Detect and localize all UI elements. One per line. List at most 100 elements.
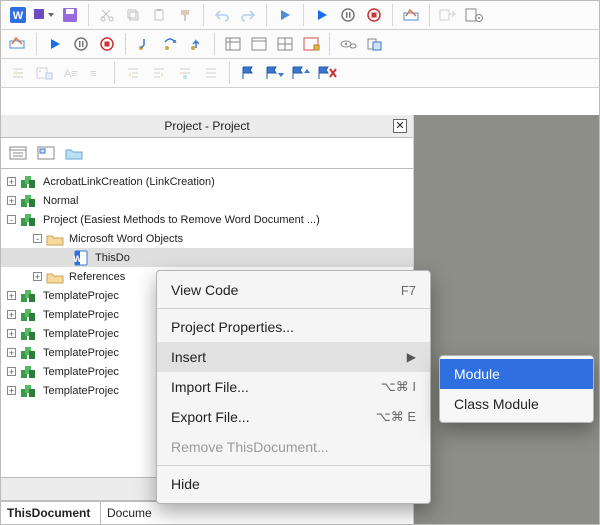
step-over-icon[interactable]: [159, 33, 181, 55]
tree-expander-icon[interactable]: +: [7, 310, 16, 319]
step-out-icon[interactable]: [185, 33, 207, 55]
comment-icon[interactable]: [200, 62, 222, 84]
insert-submenu[interactable]: Module Class Module: [439, 355, 594, 423]
browse-icon[interactable]: [437, 4, 459, 26]
tree-item-label: References: [69, 271, 125, 283]
locals-icon[interactable]: [222, 33, 244, 55]
tree-expander-icon[interactable]: +: [7, 291, 16, 300]
svg-text:A≡: A≡: [64, 68, 78, 80]
menu-export-file[interactable]: Export File... ⌥⌘ E: [157, 402, 430, 432]
menu-import-key: ⌥⌘ I: [381, 379, 416, 395]
properties-grid: ThisDocument Docume: [1, 501, 413, 524]
submenu-class-module[interactable]: Class Module: [440, 389, 593, 419]
tree-item-folder-icon: [44, 231, 66, 247]
pause-icon[interactable]: [337, 4, 359, 26]
svg-text:W: W: [13, 10, 24, 22]
property-name-label: ThisDocument: [1, 502, 101, 524]
menu-hide[interactable]: Hide: [157, 469, 430, 499]
undo-icon[interactable]: [211, 4, 233, 26]
tree-item-label: TemplateProjec: [43, 385, 119, 397]
save-icon[interactable]: [59, 4, 81, 26]
bookmark-next-icon[interactable]: [148, 62, 170, 84]
tree-expander-icon[interactable]: +: [7, 177, 16, 186]
play-icon[interactable]: [44, 33, 66, 55]
tree-item-vba-icon: [18, 307, 40, 323]
cut-icon: [96, 4, 118, 26]
watch-icon[interactable]: [274, 33, 296, 55]
chevron-right-icon: ▶: [407, 350, 416, 364]
redo-icon[interactable]: [237, 4, 259, 26]
view-object-icon[interactable]: [35, 143, 57, 163]
options-icon[interactable]: [363, 33, 385, 55]
tree-item-label: Project (Easiest Methods to Remove Word …: [43, 214, 320, 226]
tree-item-vba-icon: [18, 212, 40, 228]
paste-icon: [148, 4, 170, 26]
stack-icon[interactable]: [300, 33, 322, 55]
flag-icon[interactable]: [237, 62, 259, 84]
tree-expander-icon[interactable]: +: [7, 348, 16, 357]
project-settings-icon[interactable]: [463, 4, 485, 26]
menu-separator: [157, 308, 430, 309]
svg-text:W: W: [73, 254, 82, 264]
step-into-icon[interactable]: [133, 33, 155, 55]
outdent-icon[interactable]: [7, 62, 29, 84]
tree-expander-icon[interactable]: +: [33, 272, 42, 281]
separator: [303, 4, 304, 26]
puzzle-dropdown-icon[interactable]: [33, 4, 55, 26]
tree-row[interactable]: - Microsoft Word Objects: [1, 229, 413, 248]
tree-expander-icon[interactable]: +: [7, 329, 16, 338]
panel-close-button[interactable]: ✕: [393, 119, 407, 133]
property-name-value[interactable]: Docume: [101, 502, 413, 524]
pause-icon-2[interactable]: [70, 33, 92, 55]
tree-row[interactable]: - Project (Easiest Methods to Remove Word…: [1, 210, 413, 229]
tree-expander-icon[interactable]: +: [7, 367, 16, 376]
tree-expander-icon[interactable]: -: [7, 215, 16, 224]
flag-delete-icon[interactable]: [315, 62, 337, 84]
menu-project-properties-label: Project Properties...: [171, 319, 294, 335]
tree-item-vba-icon: [18, 193, 40, 209]
submenu-module[interactable]: Module: [440, 359, 593, 389]
svg-text:≡: ≡: [90, 68, 96, 80]
tree-item-label: Microsoft Word Objects: [69, 233, 183, 245]
flag-next-icon[interactable]: [263, 62, 285, 84]
menu-view-code[interactable]: View Code F7: [157, 275, 430, 305]
run-start-icon[interactable]: [274, 4, 296, 26]
immediate-icon[interactable]: [248, 33, 270, 55]
tree-expander-icon[interactable]: +: [7, 386, 16, 395]
menu-insert-label: Insert: [171, 349, 206, 365]
tree-expander-icon[interactable]: +: [7, 196, 16, 205]
quick-watch-icon[interactable]: [337, 33, 359, 55]
toggle-bookmark-icon[interactable]: [174, 62, 196, 84]
copy-icon: [122, 4, 144, 26]
tree-item-label: TemplateProjec: [43, 328, 119, 340]
indent-icon[interactable]: [33, 62, 55, 84]
toolbar-edit: A≡ ≡: [1, 59, 599, 88]
list-icon[interactable]: ≡: [85, 62, 107, 84]
menu-insert[interactable]: Insert ▶: [157, 342, 430, 372]
stop-icon[interactable]: [363, 4, 385, 26]
project-context-menu[interactable]: View Code F7 Project Properties... Inser…: [156, 270, 431, 504]
word-app-icon[interactable]: W: [7, 4, 29, 26]
uppercase-icon[interactable]: A≡: [59, 62, 81, 84]
run-icon[interactable]: [311, 4, 333, 26]
view-code-icon[interactable]: [7, 143, 29, 163]
menu-remove-label: Remove ThisDocument...: [171, 439, 329, 455]
stop-icon-2[interactable]: [96, 33, 118, 55]
toggle-folders-icon[interactable]: [63, 143, 85, 163]
tree-item-label: Normal: [43, 195, 78, 207]
design-mode-icon[interactable]: [400, 4, 422, 26]
tree-expander-icon[interactable]: -: [33, 234, 42, 243]
bookmark-prev-icon[interactable]: [122, 62, 144, 84]
menu-view-code-key: F7: [401, 283, 416, 298]
submenu-module-label: Module: [454, 366, 500, 382]
tree-row[interactable]: + Normal: [1, 191, 413, 210]
tree-row[interactable]: +AcrobatLinkCreation (LinkCreation): [1, 172, 413, 191]
separator: [429, 4, 430, 26]
menu-import-file[interactable]: Import File... ⌥⌘ I: [157, 372, 430, 402]
flag-prev-icon[interactable]: [289, 62, 311, 84]
menu-project-properties[interactable]: Project Properties...: [157, 312, 430, 342]
record-macro-icon[interactable]: [7, 33, 29, 55]
separator: [203, 4, 204, 26]
separator: [88, 4, 89, 26]
tree-row[interactable]: WThisDo: [1, 248, 413, 267]
